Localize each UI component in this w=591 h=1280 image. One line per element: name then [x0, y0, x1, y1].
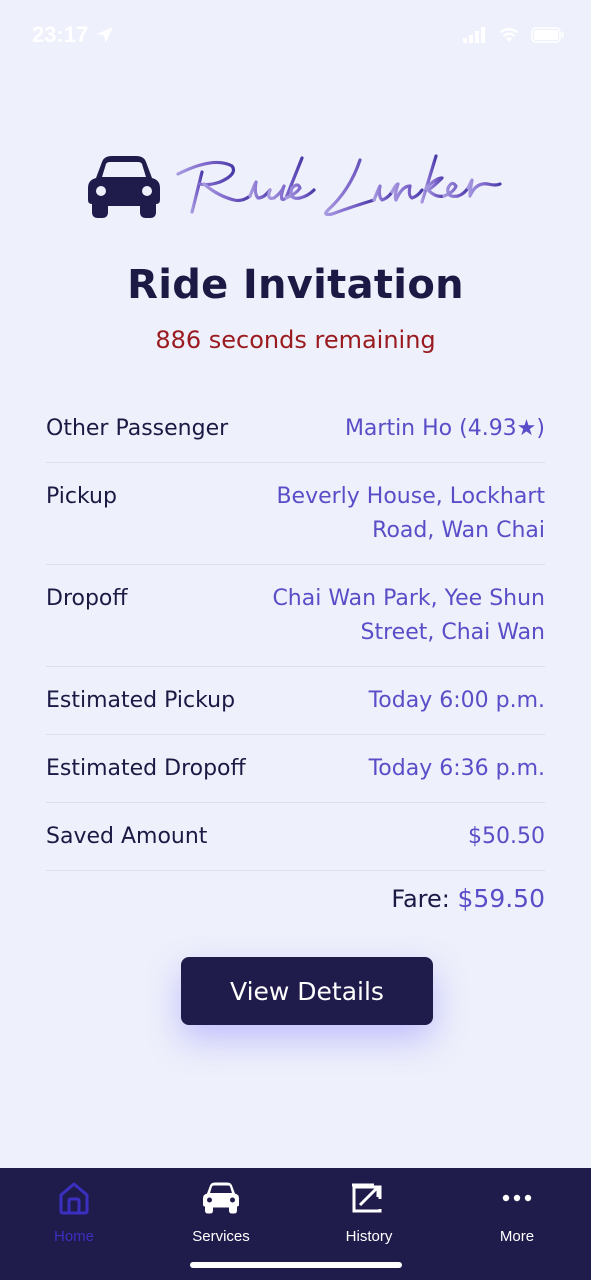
- detail-row-dropoff: Dropoff Chai Wan Park, Yee Shun Street, …: [46, 565, 545, 667]
- wifi-icon: [499, 27, 519, 47]
- detail-row-other-passenger: Other Passenger Martin Ho (4.93★): [46, 395, 545, 463]
- fare-label: Fare:: [391, 885, 450, 913]
- history-icon: [350, 1178, 388, 1218]
- view-details-button[interactable]: View Details: [181, 957, 433, 1025]
- detail-row-estimated-pickup: Estimated Pickup Today 6:00 p.m.: [46, 667, 545, 735]
- detail-value: Beverly House, Lockhart Road, Wan Chai: [276, 484, 545, 543]
- location-arrow-icon: [96, 26, 114, 48]
- car-logo-icon: [86, 156, 162, 222]
- fare-amount: $59.50: [457, 884, 545, 913]
- battery-icon: [531, 27, 565, 47]
- app-logo: [86, 150, 506, 230]
- page-title: Ride Invitation: [127, 262, 464, 308]
- detail-label: Dropoff: [46, 586, 128, 611]
- cellular-signal-icon: [463, 27, 487, 47]
- detail-label: Other Passenger: [46, 416, 229, 441]
- countdown-timer: 886 seconds remaining: [155, 326, 436, 354]
- tab-more[interactable]: More: [457, 1178, 577, 1248]
- status-bar: 23:17: [0, 0, 591, 72]
- tab-label: Home: [53, 1228, 94, 1245]
- detail-label: Saved Amount: [46, 824, 208, 849]
- detail-value: Today 6:00 p.m.: [368, 688, 545, 713]
- detail-row-saved-amount: Saved Amount $50.50: [46, 803, 545, 871]
- detail-row-estimated-dropoff: Estimated Dropoff Today 6:36 p.m.: [46, 735, 545, 803]
- car-icon: [202, 1178, 240, 1218]
- detail-label: Pickup: [46, 484, 117, 509]
- status-indicators: [463, 27, 565, 47]
- tab-label: Services: [192, 1228, 250, 1245]
- more-icon: [502, 1178, 532, 1218]
- detail-label: Estimated Dropoff: [46, 756, 246, 781]
- tab-label: History: [345, 1228, 393, 1245]
- detail-label: Estimated Pickup: [46, 688, 236, 713]
- detail-row-pickup: Pickup Beverly House, Lockhart Road, Wan…: [46, 463, 545, 565]
- fare-total: Fare: $59.50: [391, 884, 545, 913]
- tab-history[interactable]: History: [309, 1178, 429, 1248]
- tab-label: More: [499, 1228, 535, 1245]
- detail-value: $50.50: [468, 824, 545, 849]
- detail-value: Today 6:36 p.m.: [368, 756, 545, 781]
- tab-home[interactable]: Home: [14, 1178, 134, 1248]
- status-time: 23:17: [32, 22, 89, 47]
- detail-value: Chai Wan Park, Yee Shun Street, Chai Wan: [272, 586, 545, 645]
- tab-services[interactable]: Services: [161, 1178, 281, 1248]
- detail-value: Martin Ho (4.93★): [344, 416, 545, 441]
- ride-details: Other Passenger Martin Ho (4.93★) Pickup…: [46, 395, 545, 871]
- home-indicator[interactable]: [190, 1262, 402, 1268]
- home-icon: [57, 1178, 91, 1218]
- logo-wordmark: [174, 150, 504, 234]
